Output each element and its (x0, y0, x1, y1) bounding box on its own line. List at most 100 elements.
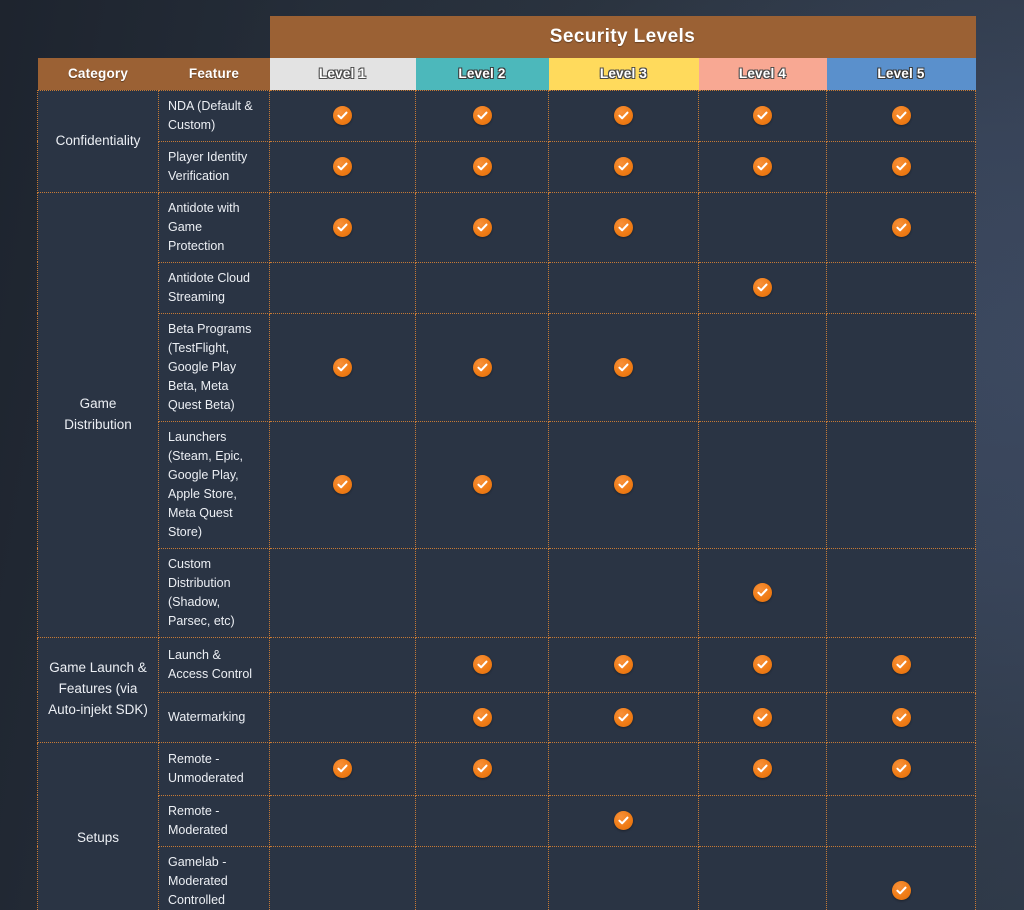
support-cell-checked (415, 312, 549, 422)
empty-marker (473, 277, 492, 296)
empty-marker (892, 810, 911, 829)
support-cell-empty (825, 261, 977, 314)
table-row: Game Launch & Features (via Auto-injekt … (37, 636, 977, 743)
check-circle-icon (472, 106, 492, 125)
check-circle-icon (472, 357, 492, 377)
empty-marker (753, 474, 772, 493)
support-cell-checked (825, 845, 977, 910)
empty-marker (614, 758, 633, 777)
column-header-level-4[interactable]: Level 4 (698, 58, 827, 90)
table-row: Player Identity Verification (38, 140, 977, 193)
empty-marker (614, 277, 633, 296)
check-circle-icon (333, 217, 352, 237)
support-cell-checked (825, 191, 977, 263)
support-cell-checked (415, 191, 549, 263)
support-cell-empty (698, 312, 827, 422)
support-cell-checked (548, 636, 699, 693)
empty-marker (333, 582, 352, 601)
support-cell-empty (548, 547, 699, 638)
support-cell-checked (548, 89, 699, 142)
support-cell-checked (415, 89, 549, 142)
check-circle-icon (472, 707, 492, 727)
feature-cell: Beta Programs (TestFlight, Google Play B… (158, 312, 270, 422)
table-row: Custom Distribution (Shadow, Parsec, etc… (38, 547, 977, 638)
support-cell-empty (269, 636, 416, 693)
check-circle-icon (753, 106, 772, 125)
check-circle-icon (614, 357, 633, 377)
column-header-level-3[interactable]: Level 3 (548, 58, 699, 90)
support-cell-empty (415, 845, 549, 910)
support-cell-empty (269, 794, 416, 847)
check-circle-icon (333, 106, 352, 125)
empty-marker (753, 356, 772, 375)
support-cell-checked (825, 691, 977, 743)
check-circle-icon (891, 759, 911, 778)
check-circle-icon (333, 759, 352, 778)
check-circle-icon (333, 157, 352, 176)
empty-marker (333, 706, 352, 725)
support-cell-empty (415, 794, 549, 847)
check-circle-icon (753, 278, 772, 297)
column-header-level-5[interactable]: Level 5 (826, 58, 976, 90)
feature-cell: Custom Distribution (Shadow, Parsec, etc… (158, 547, 270, 638)
support-cell-checked (415, 140, 549, 193)
feature-cell: Remote - Moderated (158, 794, 270, 847)
table-row: Remote - Moderated (38, 794, 977, 847)
support-cell-empty (548, 845, 699, 910)
table-row: Launchers (Steam, Epic, Google Play, App… (38, 420, 977, 549)
check-circle-icon (614, 655, 633, 674)
check-circle-icon (472, 759, 492, 778)
support-cell-empty (269, 845, 416, 910)
check-circle-icon (614, 106, 633, 125)
support-cell-empty (825, 420, 977, 549)
column-header-row: Category Feature Level 1 Level 2 Level 3 Leve… (37, 58, 976, 90)
check-circle-icon (614, 475, 633, 494)
support-cell-checked (269, 191, 416, 263)
feature-cell: Gamelab - Moderated Controlled Environme… (158, 845, 270, 910)
check-circle-icon (891, 157, 911, 176)
category-cell: Game Launch & Features (via Auto-injekt … (37, 636, 159, 743)
empty-marker (753, 810, 772, 829)
support-cell-checked (415, 741, 549, 796)
support-cell-empty (825, 794, 977, 847)
support-cell-checked (269, 420, 416, 549)
category-cell: Game Distribution (37, 191, 159, 638)
feature-cell: NDA (Default & Custom) (158, 89, 270, 142)
support-cell-checked (548, 691, 699, 743)
column-header-category: Category (37, 58, 159, 90)
support-cell-checked (269, 89, 416, 142)
support-cell-empty (269, 547, 416, 638)
check-circle-icon (333, 357, 352, 377)
support-cell-checked (698, 261, 827, 314)
feature-cell: Antidote with Game Protection (158, 191, 270, 263)
column-header-feature: Feature (158, 58, 270, 90)
support-cell-checked (415, 420, 549, 549)
empty-marker (333, 277, 352, 296)
support-cell-empty (698, 845, 827, 910)
support-cell-checked (415, 691, 549, 743)
column-header-level-1[interactable]: Level 1 (269, 58, 416, 90)
support-cell-empty (825, 547, 977, 638)
support-cell-checked (548, 140, 699, 193)
empty-marker (892, 356, 911, 375)
empty-marker (753, 216, 772, 235)
support-cell-empty (698, 191, 827, 263)
table-row: Game Distribution Antidote with Game Prot… (37, 191, 977, 638)
check-circle-icon (614, 707, 633, 727)
security-levels-banner: Security Levels (269, 16, 976, 58)
support-cell-empty (415, 547, 549, 638)
banner-row: Security Levels (38, 16, 976, 58)
check-circle-icon (753, 655, 772, 674)
support-cell-empty (698, 420, 827, 549)
table-row: Watermarking (38, 691, 977, 743)
column-header-level-2[interactable]: Level 2 (415, 58, 549, 90)
support-cell-empty (415, 261, 549, 314)
table-row: Beta Programs (TestFlight, Google Play B… (38, 312, 977, 422)
check-circle-icon (333, 475, 352, 494)
support-cell-checked (825, 89, 977, 142)
category-cell: Setups (37, 741, 159, 910)
support-cell-checked (698, 89, 827, 142)
table-row: Confidentiality NDA (Default & Custom) (37, 89, 977, 193)
empty-marker (753, 880, 772, 899)
table-row: Gamelab - Moderated Controlled Environme… (38, 845, 977, 910)
